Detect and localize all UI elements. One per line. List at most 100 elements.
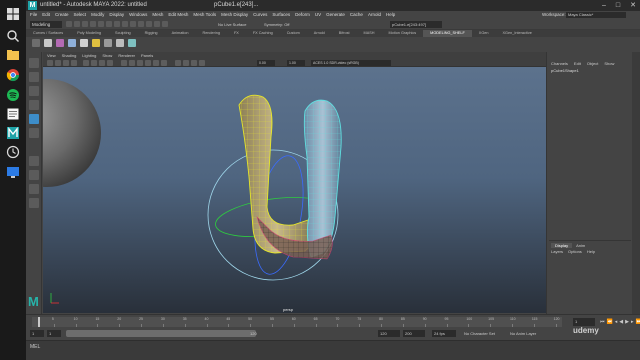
shelf-multicut-icon[interactable]	[128, 39, 136, 47]
shelf-gear-icon[interactable]	[32, 39, 40, 47]
scale-tool-icon[interactable]	[29, 128, 39, 138]
xray-icon[interactable]	[183, 60, 189, 66]
four-view-layout-icon[interactable]	[29, 170, 39, 180]
shelf-tab-sculpting[interactable]: Sculpting	[108, 30, 138, 37]
wireframe-icon[interactable]	[121, 60, 127, 66]
go-to-start-icon[interactable]: ⏮	[600, 318, 605, 326]
smooth-shade-icon[interactable]	[129, 60, 135, 66]
menu-file[interactable]: File	[30, 12, 37, 17]
play-forwards-icon[interactable]: ▶	[625, 318, 629, 326]
layer-tab-anim[interactable]: Anim	[572, 243, 589, 248]
channel-box-tab-show[interactable]: Show	[604, 61, 614, 66]
select-tool-icon[interactable]	[29, 58, 39, 68]
document-tab[interactable]: pCube1.e[243]...	[206, 0, 258, 11]
clock-icon[interactable]	[3, 142, 23, 162]
layer-tab-display[interactable]: Display	[551, 243, 573, 248]
search-icon[interactable]	[3, 26, 23, 46]
move-tool-icon[interactable]	[29, 100, 39, 110]
time-slider[interactable]: 5 10 15 20 25 30 35 40 45 50 55 60 65 70 75 80 85 90 95 100…	[26, 314, 640, 328]
playhead[interactable]	[38, 317, 40, 327]
attribute-editor-tab-strip[interactable]	[632, 52, 640, 314]
playback-start-field[interactable]: 1	[47, 330, 61, 337]
maya-taskbar-icon[interactable]	[3, 123, 23, 143]
shelf-extrude-icon[interactable]	[92, 39, 100, 47]
menu-surfaces[interactable]: Surfaces	[272, 12, 290, 17]
windows-start-icon[interactable]	[3, 4, 23, 24]
gate-mask-icon[interactable]	[107, 60, 113, 66]
menu-deform[interactable]: Deform	[295, 12, 310, 17]
spotify-icon[interactable]	[3, 85, 23, 105]
menu-edit[interactable]: Edit	[42, 12, 50, 17]
open-scene-icon[interactable]	[74, 21, 80, 27]
shelf-tab-poly-modeling[interactable]: Poly Modeling	[70, 30, 108, 37]
menu-select[interactable]: Select	[74, 12, 87, 17]
step-forward-key-icon[interactable]: ⏩	[636, 318, 640, 326]
play-backwards-icon[interactable]: ◀	[619, 318, 623, 326]
step-back-frame-icon[interactable]: ◂	[615, 318, 618, 326]
exposure-field[interactable]: 0.00	[257, 60, 275, 66]
xray-components-icon[interactable]	[199, 60, 205, 66]
paint-select-icon[interactable]	[29, 86, 39, 96]
resolution-gate-icon[interactable]	[99, 60, 105, 66]
menu-create[interactable]: Create	[55, 12, 69, 17]
camera-attr-icon[interactable]	[55, 60, 61, 66]
live-surface-label[interactable]: No Live Surface	[218, 20, 246, 29]
lasso-tool-icon[interactable]	[29, 72, 39, 82]
word-app-icon[interactable]	[3, 104, 23, 124]
shelf-bevel-icon[interactable]	[104, 39, 112, 47]
camera-icon[interactable]	[47, 60, 53, 66]
shelf-cube-icon[interactable]	[44, 39, 52, 47]
time-slider-track[interactable]: 5 10 15 20 25 30 35 40 45 50 55 60 65 70 75 80 85 90 95 100…	[32, 317, 562, 327]
menu-mesh[interactable]: Mesh	[152, 12, 163, 17]
channel-box-tab-channels[interactable]: Channels	[551, 61, 568, 66]
wireframe-on-shaded-icon[interactable]	[137, 60, 143, 66]
viewport-menu-renderer[interactable]: Renderer	[118, 53, 135, 58]
viewport-menu-view[interactable]: View	[47, 53, 56, 58]
lights-icon[interactable]	[153, 60, 159, 66]
anim-layer-select[interactable]: No Anim Layer	[510, 330, 536, 337]
rotate-tool-icon[interactable]	[29, 114, 39, 124]
menu-set-select[interactable]: Modeling	[30, 21, 62, 28]
command-line[interactable]: MEL	[26, 340, 640, 360]
menu-mesh-tools[interactable]: Mesh Tools	[193, 12, 216, 17]
textured-icon[interactable]	[145, 60, 151, 66]
menu-cache[interactable]: Cache	[350, 12, 363, 17]
menu-mesh-display[interactable]: Mesh Display	[221, 12, 248, 17]
step-back-key-icon[interactable]: ⏪	[607, 318, 613, 326]
grid-icon[interactable]	[83, 60, 89, 66]
make-live-icon[interactable]	[162, 21, 168, 27]
shelf-tab-curves-surfaces[interactable]: Curves / Surfaces	[26, 30, 70, 37]
viewport-menu-panels[interactable]: Panels	[141, 53, 153, 58]
minimize-button[interactable]: –	[602, 0, 606, 11]
shelf-tab-rendering[interactable]: Rendering	[195, 30, 227, 37]
menu-generate[interactable]: Generate	[326, 12, 345, 17]
shelf-tab-fx-caching[interactable]: FX Caching	[246, 30, 280, 37]
current-frame-field[interactable]: 1	[573, 318, 595, 326]
layer-menu-layers[interactable]: Layers	[551, 249, 563, 254]
menu-arnold[interactable]: Arnold	[368, 12, 381, 17]
close-button[interactable]: ✕	[630, 0, 636, 11]
menu-modify[interactable]: Modify	[91, 12, 104, 17]
range-slider-bar[interactable]	[66, 330, 256, 337]
gamma-field[interactable]: 1.00	[287, 60, 305, 66]
bookmark-icon[interactable]	[63, 60, 69, 66]
channel-box-node-name[interactable]: pCube1Shape1	[551, 68, 579, 73]
step-forward-frame-icon[interactable]: ▸	[631, 318, 634, 326]
menu-display[interactable]: Display	[109, 12, 124, 17]
xray-joints-icon[interactable]	[191, 60, 197, 66]
select-component-icon[interactable]	[122, 21, 128, 27]
shelf-tab-arnold[interactable]: Arnold	[307, 30, 332, 37]
undo-icon[interactable]	[90, 21, 96, 27]
workspace-select[interactable]: Maya Classic*	[566, 12, 626, 18]
shelf-tab-mash[interactable]: MASH	[357, 30, 382, 37]
3d-viewport[interactable]: persp	[43, 67, 546, 313]
shelf-sphere-icon[interactable]	[56, 39, 64, 47]
remote-desktop-icon[interactable]	[3, 162, 23, 182]
new-scene-icon[interactable]	[66, 21, 72, 27]
shelf-tab-fx[interactable]: FX	[227, 30, 246, 37]
script-language-label[interactable]: MEL	[30, 344, 40, 350]
viewport-menu-show[interactable]: Show	[102, 53, 112, 58]
shelf-tab-rigging[interactable]: Rigging	[138, 30, 165, 37]
snap-curve-icon[interactable]	[138, 21, 144, 27]
viewport-menu-lighting[interactable]: Lighting	[82, 53, 96, 58]
